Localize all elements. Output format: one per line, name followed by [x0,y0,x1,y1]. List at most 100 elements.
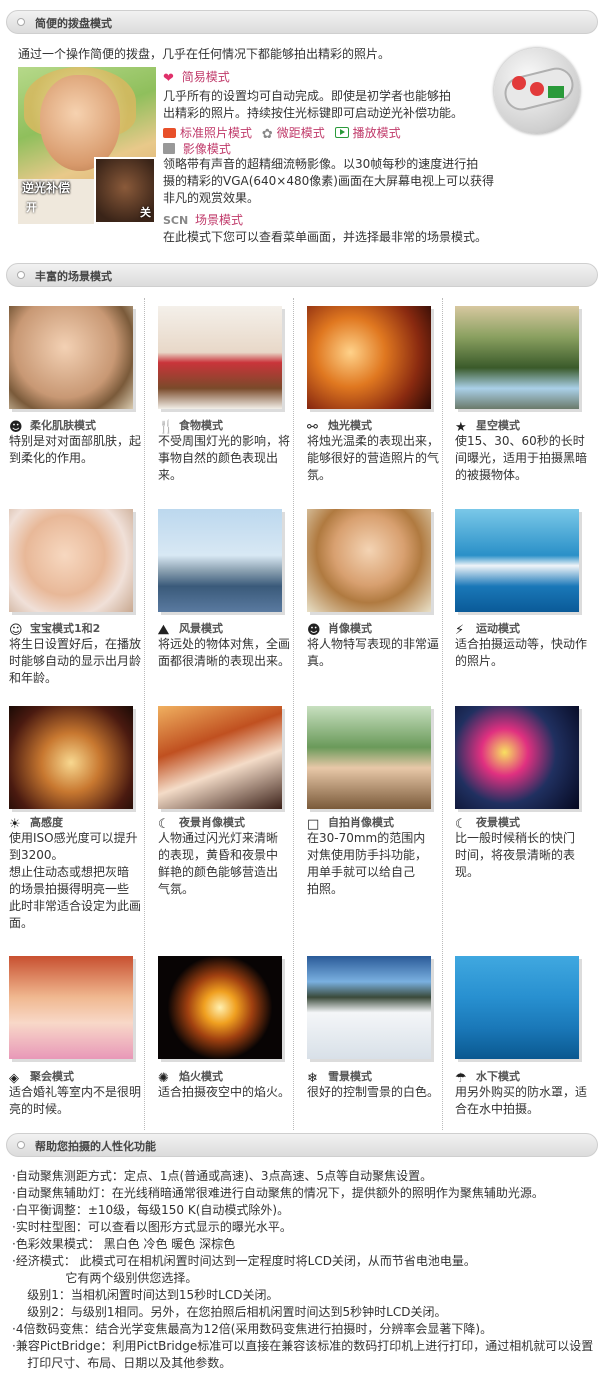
movie-mode-desc: 领略带有声音的超精细流畅影像。以30帧每秒的速度进行拍 摄的精彩的VGA(640… [163,157,494,205]
scene-desc-line: 人物通过闪光灯来清晰 [158,831,279,845]
scene-desc: 适合拍摄夜空中的焰火。 [158,1084,294,1101]
scene-desc-line: 使15、30、60秒的长时 [455,434,585,448]
scene-desc: 将人物特写表现的非常逼 真。 [307,636,443,670]
scene-name: 高感度 [30,816,63,829]
scene-desc-line: 现。 [455,865,480,879]
scene-name: 夜景肖像模式 [179,816,245,829]
scene-desc: 不受周围灯光的影响，将 事物自然的颜色表现出 来。 [158,433,294,484]
baby-icon: ☺ [9,623,23,638]
feature-line: 它有两个级别供您选择。 [12,1271,198,1285]
scene-title: ⚡ 运动模式 [455,620,520,638]
scene-cell: ⚯ 烛光模式将烛光温柔的表现出来， 能够很好的营造照片的气 氛。 [307,306,447,506]
self-portrait-icon: □ [307,817,320,832]
scene-title: 🍴 食物模式 [158,417,223,435]
mode-dial-image [494,48,580,134]
scene-desc-line: 适合拍摄夜空中的焰火。 [158,1085,291,1099]
scene-desc-line: 来。 [158,468,183,482]
scene-cell: ⛰ 风景模式 将远处的物体对焦，全画 面都很清晰的表现出来。 [158,509,298,709]
camera-icon [163,128,176,138]
mode-row: 标准照片模式 ✿ 微距模式 播放模式 [163,124,401,142]
scene-desc-line: 拍照。 [307,882,344,896]
snow-icon: ❄ [307,1071,318,1086]
scene-desc: 人物通过闪光灯来清晰 的表现，黄昏和夜景中 鲜艳的颜色能够营造出 气氛。 [158,830,294,898]
backlight-photo: 逆光补偿 开 关 [18,67,156,224]
scene-title: ☺ 宝宝模式1和2 [9,620,101,638]
scene-desc-line: 能够很好的营造照片的气 [307,451,440,465]
flower-icon: ✿ [261,127,273,142]
scene-title: ☾ 夜景肖像模式 [158,814,245,832]
scene-desc-line: 间曝光，适用于拍摄黑暗 [455,451,588,465]
scene-desc: 特别是对对面部肌肤，起 到柔化的作用。 [9,433,145,467]
section-title: 简便的拨盘模式 [35,17,112,30]
heart-icon: ❤ [163,71,174,86]
feature-line: ·经济模式： 此模式可在相机闲置时间达到一定程度时将LCD关闭，从而节省电池电量… [12,1254,476,1268]
scene-desc-line: 氛。 [307,468,332,482]
scene-photo [455,306,579,409]
scene-desc-line: 很好的控制雪景的白色。 [307,1085,440,1099]
scene-name: 焰火模式 [179,1070,223,1083]
scene-desc-line: 适合婚礼等室内不是很明 [9,1085,142,1099]
scene-desc-line: 到柔化的作用。 [9,451,94,465]
scene-desc-line: 将烛光温柔的表现出来， [307,434,440,448]
scene-name: 水下模式 [476,1070,520,1083]
backlight-label: 逆光补偿 [22,181,71,195]
scene-title: ☻ 柔化肌肤模式 [9,417,96,435]
scene-photo [9,956,133,1059]
scene-desc-line: 对焦使用防手抖功能， [307,848,428,862]
feature-line: 级别1：当相机闲置时间达到15秒时LCD关闭。 [12,1288,279,1302]
scene-desc-line: 的被摄物体。 [455,468,528,482]
feature-line: ·4倍数码变焦：结合光学变焦最高为12倍(采用数码变焦进行拍摄时，分辨率会显著下… [12,1322,493,1336]
scene-desc-line: 将人物特写表现的非常逼 [307,637,440,651]
scene-desc: 适合婚礼等室内不是很明 亮的时候。 [9,1084,145,1118]
scene-desc-line: 在30-70mm的范围内 [307,831,426,845]
scene-photo [307,509,431,612]
scene-desc-line: 的表现，黄昏和夜景中 [158,848,279,862]
scene-desc-line: 将生日设置好后，在播放 [9,637,142,651]
scene-cell: ❄ 雪景模式 很好的控制雪景的白色。 [307,956,447,1156]
backlight-off-label: 关 [140,206,151,219]
scene-photo [455,706,579,809]
bullet-icon [17,271,25,279]
scene-desc: 将烛光温柔的表现出来， 能够很好的营造照片的气 氛。 [307,433,443,484]
scene-title: ★ 星空模式 [455,417,520,435]
scene-cell: ✺ 焰火模式 适合拍摄夜空中的焰火。 [158,956,298,1156]
scene-desc-line: 适合拍摄运动等，快动作 [455,637,588,651]
scn-icon: SCN [163,214,189,227]
scene-name: 宝宝模式1和2 [30,622,101,635]
backlight-off-photo: 关 [94,157,156,224]
scene-name: 运动模式 [476,622,520,635]
scene-photo [455,956,579,1059]
scene-name: 星空模式 [476,419,520,432]
scene-cell: ☾ 夜景模式 比一般时候稍长的快门 时间，将夜景清晰的表 现。 [455,706,595,906]
scene-desc: 比一般时候稍长的快门 时间，将夜景清晰的表 现。 [455,830,591,881]
feature-line: ·自动聚焦辅助灯：在光线稍暗通常很难进行自动聚焦的情况下，提供额外的照明作为聚焦… [12,1186,544,1200]
scene-desc: 使15、30、60秒的长时 间曝光，适用于拍摄黑暗 的被摄物体。 [455,433,591,484]
intro-text: 通过一个操作简便的拨盘，几乎在任何情况下都能够拍出精彩的照片。 [18,47,391,61]
scene-cell: ⚡ 运动模式 适合拍摄运动等，快动作 的照片。 [455,509,595,709]
scene-desc-line: 特别是对对面部肌肤，起 [9,434,142,448]
feature-line: ·自动聚焦测距方式：定点、1点(普通或高速)、3点高速、5点等自动聚焦设置。 [12,1169,433,1183]
scene-title: ⛰ 风景模式 [158,620,223,638]
scene-desc-line: 的场景拍摄得明亮一些 [9,882,130,896]
feature-line: 打印尺寸、布局、日期以及其他参数。 [12,1356,232,1370]
scene-desc: 适合拍摄运动等，快动作 的照片。 [455,636,591,670]
scene-desc-line: 此时非常适合设定为此画 [9,899,142,913]
candle-icon: ⚯ [307,420,318,435]
scene-name: 烛光模式 [328,419,372,432]
scene-desc: 很好的控制雪景的白色。 [307,1084,443,1101]
feature-line: ·色彩效果模式： 黑白色 冷色 暖色 深棕色 [12,1237,236,1251]
scene-desc-line: 想止住动态或想把灰暗 [9,865,130,879]
scene-desc-line: 比一般时候稍长的快门 [455,831,576,845]
scene-title: ☾ 夜景模式 [455,814,520,832]
scene-desc: 使用ISO感光度可以提升 到3200。 想止住动态或想把灰暗 的场景拍摄得明亮一些 此时… [9,830,145,932]
fork-knife-icon: 🍴 [158,420,175,435]
movie-mode-title: 影像模式 [163,140,231,157]
easy-mode-desc: 几乎所有的设置均可自动完成。即使是初学者也能够拍 出精彩的照片。持续按住光标键即… [163,89,464,120]
macro-mode-label: 微距模式 [276,126,325,140]
scene-photo [158,509,282,612]
film-icon [163,143,175,154]
scene-desc-line: 不受周围灯光的影响，将 [158,434,291,448]
scene-desc-line: 使用ISO感光度可以提升 [9,831,138,845]
scene-desc-line: 用单手就可以给自己 [307,865,416,879]
scene-photo [307,956,431,1059]
